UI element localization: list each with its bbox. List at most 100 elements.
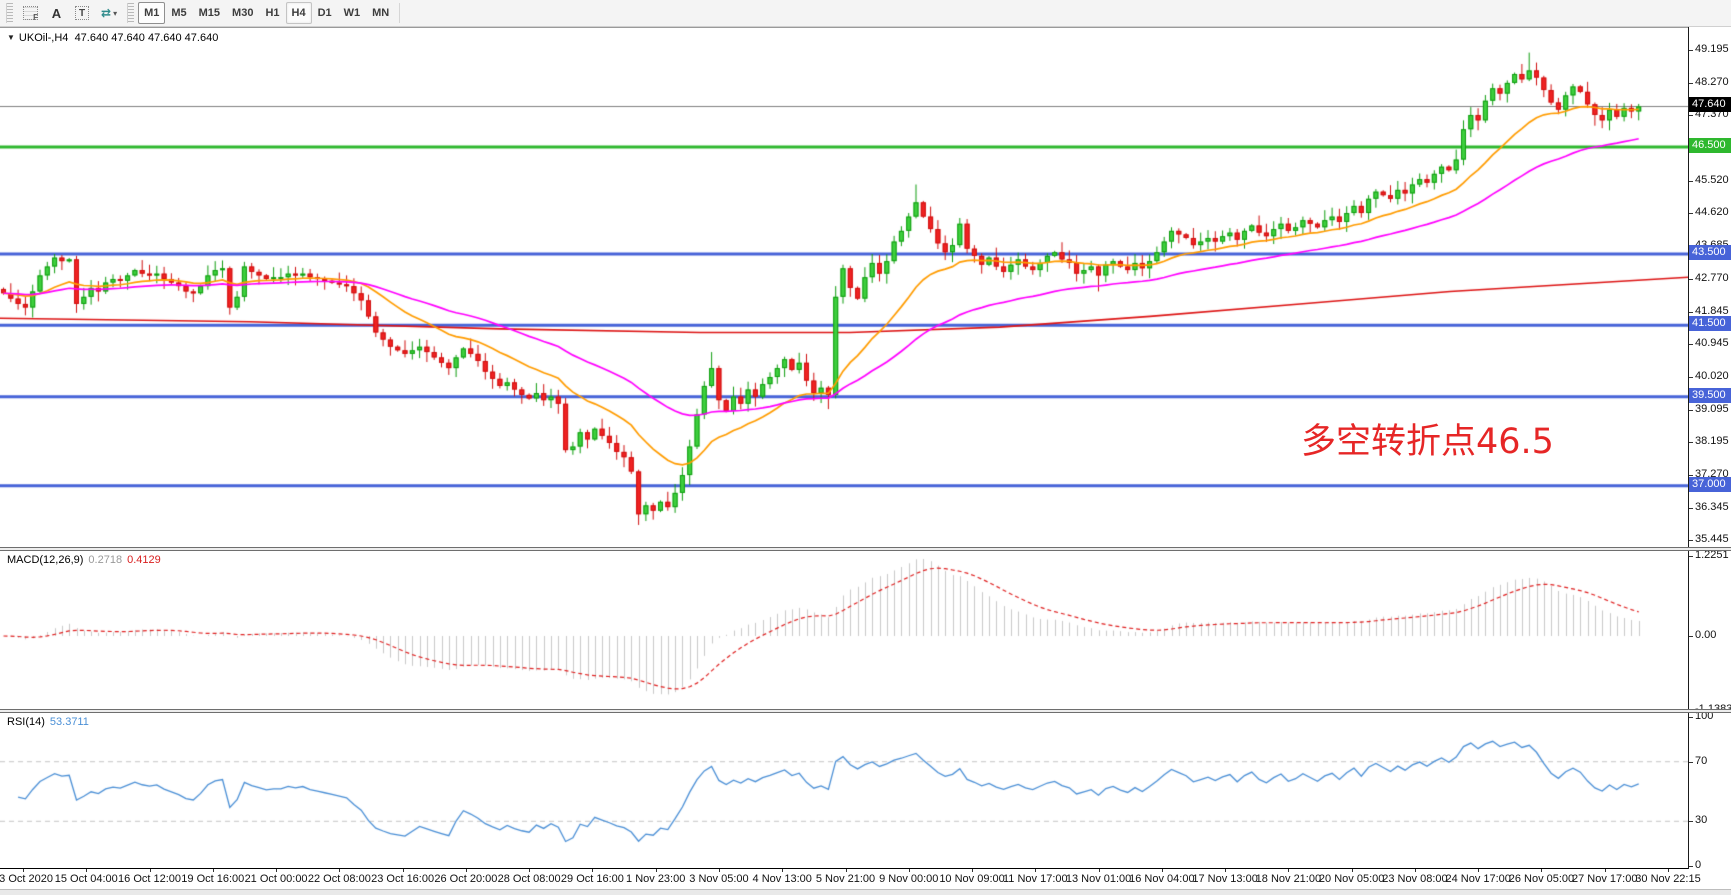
chart-annotation-text[interactable]: 多空转折点46.5 [1301,413,1554,464]
axis-tick [1689,344,1693,345]
time-axis-label: 24 Nov 17:00 [1445,873,1510,885]
time-axis-tick [86,869,87,872]
text-a-icon: A [52,6,61,21]
price-axis[interactable]: 49.19548.27047.37045.52044.62043.68542.7… [1688,27,1731,869]
time-axis-label: 23 Oct 16:00 [371,873,434,885]
level-price-tag: 46.500 [1689,138,1731,153]
textbox-t-icon: T [75,6,89,20]
price-axis-label: 41.845 [1695,305,1729,317]
rsi-value: 53.3711 [50,716,89,728]
main-chart-panel[interactable] [0,27,1689,548]
timeframe-button-m30[interactable]: M30 [226,2,259,24]
chevron-down-icon: ▾ [113,9,117,18]
time-axis-tick [846,869,847,872]
timeframe-button-d1[interactable]: D1 [312,2,338,24]
time-axis-label: 16 Nov 04:00 [1129,873,1194,885]
time-axis-label: 17 Nov 13:00 [1192,873,1257,885]
time-axis-label: 19 Oct 16:00 [181,873,244,885]
axis-tick [1689,312,1693,313]
rsi-indicator-label: RSI(14) 53.3711 [7,716,89,728]
top-toolbar: FAT ⇄▾ M1M5M15M30H1H4D1W1MN [0,0,1731,27]
axis-tick [1689,377,1693,378]
axis-tick [1689,50,1693,51]
current-price-tag: 47.640 [1689,97,1731,112]
axis-tick [1689,442,1693,443]
price-axis-label: 38.195 [1695,435,1729,447]
time-axis-label: 5 Nov 21:00 [816,873,875,885]
price-axis-label: 40.945 [1695,337,1729,349]
bottom-strip [0,889,1731,895]
price-axis-label: 36.345 [1695,501,1729,513]
axis-tick [1689,717,1693,718]
chart-title: ▼UKOil-,H4 47.640 47.640 47.640 47.640 [7,32,218,44]
timeframe-button-h1[interactable]: H1 [259,2,285,24]
candlestick-chart-canvas[interactable] [0,28,1688,548]
level-price-tag: 43.500 [1689,245,1731,260]
axis-tick [1689,279,1693,280]
tool-button-textbox[interactable]: T [69,2,95,24]
level-price-tag: 41.500 [1689,316,1731,331]
toolbar-grip[interactable] [127,3,134,23]
time-axis-tick [403,869,404,872]
time-axis-tick [909,869,910,872]
tool-button-arrows[interactable]: ⇄▾ [95,2,123,24]
price-axis-label: 44.620 [1695,206,1729,218]
macd-indicator-panel[interactable] [0,551,1689,709]
time-axis-label: 28 Oct 08:00 [498,873,561,885]
rsi-axis-label: 70 [1695,755,1707,767]
axis-tick [1689,410,1693,411]
chart-symbol-period: UKOil-,H4 [19,32,69,44]
rsi-axis-label: 30 [1695,814,1707,826]
time-axis-tick [1478,869,1479,872]
level-price-tag: 39.500 [1689,388,1731,403]
chart-dropdown-icon[interactable]: ▼ [7,33,15,42]
time-axis-tick [276,869,277,872]
time-axis-tick [1415,869,1416,872]
level-price-tag: 37.000 [1689,477,1731,492]
time-axis-label: 13 Oct 2020 [0,873,53,885]
time-axis-label: 27 Nov 17:00 [1572,873,1637,885]
time-axis-tick [1288,869,1289,872]
time-axis[interactable]: 13 Oct 202015 Oct 04:0016 Oct 12:0019 Oc… [0,869,1731,889]
time-axis-tick [1035,869,1036,872]
toolbar-separator [399,3,400,23]
axis-tick [1689,540,1693,541]
time-axis-label: 16 Oct 12:00 [118,873,181,885]
time-axis-tick [1225,869,1226,872]
rsi-name: RSI(14) [7,716,45,728]
timeframe-button-h4[interactable]: H4 [286,2,312,24]
rsi-canvas[interactable] [0,713,1688,868]
time-axis-tick [782,869,783,872]
timeframe-button-m1[interactable]: M1 [138,2,165,24]
tool-button-f-grid[interactable]: F [17,2,44,24]
tool-button-text[interactable]: A [44,2,69,24]
timeframe-button-w1[interactable]: W1 [338,2,367,24]
axis-tick [1689,636,1693,637]
macd-canvas[interactable] [0,551,1688,709]
timeframe-button-mn[interactable]: MN [366,2,395,24]
time-axis-label: 20 Nov 05:00 [1319,873,1384,885]
macd-signal-value: 0.4129 [127,554,161,566]
time-axis-label: 1 Nov 23:00 [626,873,685,885]
macd-main-value: 0.2718 [88,554,122,566]
timeframe-button-m5[interactable]: M5 [165,2,192,24]
rsi-indicator-panel[interactable] [0,713,1689,869]
trading-terminal-window: FAT ⇄▾ M1M5M15M30H1H4D1W1MN ▼ UKOil-,H4 47… [0,0,1731,895]
time-axis-tick [213,869,214,872]
axis-tick [1689,181,1693,182]
macd-name: MACD(12,26,9) [7,554,83,566]
axis-tick [1689,762,1693,763]
price-axis-label: 48.270 [1695,76,1729,88]
time-axis-label: 21 Oct 00:00 [245,873,308,885]
timeframe-button-m15[interactable]: M15 [193,2,226,24]
time-axis-tick [529,869,530,872]
toolbar-grip[interactable] [6,3,13,23]
price-axis-label: 35.445 [1695,533,1729,545]
time-axis-label: 26 Nov 05:00 [1509,873,1574,885]
axis-tick [1689,821,1693,822]
time-axis-label: 23 Nov 08:00 [1382,873,1447,885]
panel-splitter[interactable] [0,709,1731,713]
price-axis-label: 45.520 [1695,174,1729,186]
axis-tick [1689,866,1693,867]
panel-splitter[interactable] [0,547,1731,551]
